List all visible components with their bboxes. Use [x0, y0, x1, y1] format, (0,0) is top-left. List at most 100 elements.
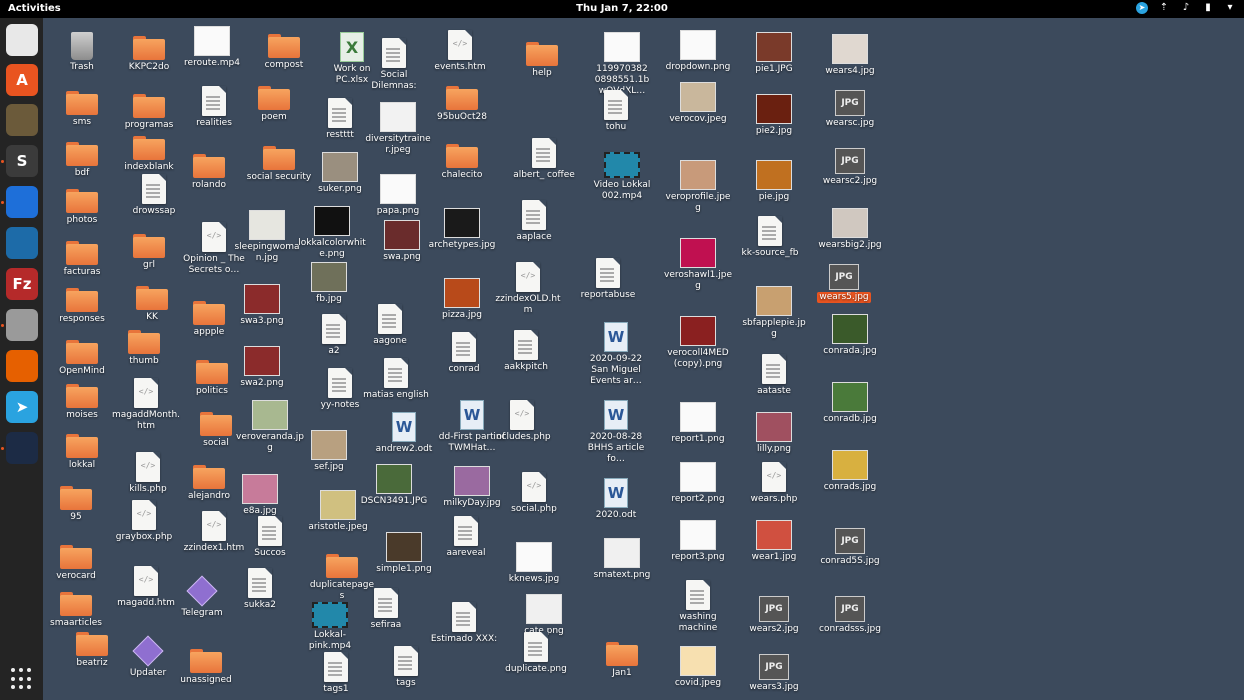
- desktop-icon[interactable]: veroveranda.jpg: [236, 398, 304, 454]
- desktop-icon[interactable]: tohu: [582, 88, 650, 133]
- desktop-icon[interactable]: verocard: [42, 537, 110, 582]
- desktop-icon[interactable]: realities: [180, 84, 248, 129]
- sublime-text-icon[interactable]: S: [6, 145, 38, 177]
- desktop-icon[interactable]: tags: [372, 644, 440, 689]
- desktop-icon[interactable]: </> magaddMonth.htm: [112, 376, 180, 432]
- desktop-icon[interactable]: papa.png: [364, 172, 432, 217]
- desktop-icon[interactable]: bdf: [48, 134, 116, 179]
- desktop-icon[interactable]: sukka2: [226, 566, 294, 611]
- desktop-icon[interactable]: JPG conradsss.jpg: [816, 590, 884, 635]
- desktop-icon[interactable]: archetypes.jpg: [428, 206, 496, 251]
- desktop-icon[interactable]: wearsbig2.jpg: [816, 206, 884, 251]
- battery-icon[interactable]: ▮: [1202, 2, 1214, 14]
- desktop-icon[interactable]: </> events.htm: [426, 28, 494, 73]
- desktop-icon[interactable]: dropdown.png: [664, 28, 732, 73]
- volume-icon[interactable]: ♪: [1180, 2, 1192, 14]
- desktop-icon[interactable]: aaplace: [500, 198, 568, 243]
- desktop-icon[interactable]: diversitytrainer.jpeg: [364, 100, 432, 156]
- desktop-icon[interactable]: smatext.png: [588, 536, 656, 581]
- desktop-icon[interactable]: KKPC2do: [115, 28, 183, 73]
- desktop-icon[interactable]: fb.jpg: [295, 260, 363, 305]
- desktop-icon[interactable]: Social Dilemnas:: [360, 36, 428, 92]
- desktop-icon[interactable]: W 2020.odt: [582, 476, 650, 521]
- chrome-icon[interactable]: [6, 24, 38, 56]
- desktop-icon[interactable]: </> wears.php: [740, 460, 808, 505]
- desktop-icon[interactable]: conrads.jpg: [816, 448, 884, 493]
- desktop-icon[interactable]: </> zzindexOLD.htm: [494, 260, 562, 316]
- desktop-icon[interactable]: washing machine: [664, 578, 732, 634]
- desktop-icon[interactable]: Succos: [236, 514, 304, 559]
- desktop-icon[interactable]: aataste: [740, 352, 808, 397]
- telegram-tray-icon[interactable]: ➤: [1136, 2, 1148, 14]
- desktop-icon[interactable]: sefiraa: [352, 586, 420, 631]
- desktop-icon[interactable]: DSCN3491.JPG: [360, 462, 428, 507]
- desktop-icon[interactable]: wear1.jpg: [740, 518, 808, 563]
- desktop-icon[interactable]: reportabuse: [574, 256, 642, 301]
- desktop-icon[interactable]: conradb.jpg: [816, 380, 884, 425]
- desktop-icon[interactable]: pie.jpg: [740, 158, 808, 203]
- network-icon[interactable]: ⇡: [1158, 2, 1170, 14]
- desktop-icon[interactable]: JPG wears3.jpg: [740, 648, 808, 693]
- desktop-icon[interactable]: sleepingwoman.jpg: [233, 208, 301, 264]
- desktop-icon[interactable]: W 2020-08-28 BHHS article fo…: [582, 398, 650, 465]
- desktop-icon[interactable]: verocoll4MED (copy).png: [664, 314, 732, 370]
- desktop-icon[interactable]: sms: [48, 83, 116, 128]
- show-applications-icon[interactable]: [11, 668, 33, 690]
- desktop-icon[interactable]: e8a.jpg: [226, 472, 294, 517]
- desktop-icon[interactable]: Trash: [48, 28, 116, 73]
- desktop-icon[interactable]: Video Lokkal 002.mp4: [588, 146, 656, 202]
- desktop-icon[interactable]: </> kills.php: [114, 450, 182, 495]
- desktop-icon[interactable]: W 2020-09-22 San Miguel Events ar…: [582, 320, 650, 387]
- desktop-icon[interactable]: compost: [250, 26, 318, 71]
- desktop-icon[interactable]: JPG conrad5S.jpg: [816, 522, 884, 567]
- desktop-icon[interactable]: moises: [48, 376, 116, 421]
- activities-button[interactable]: Activities: [8, 3, 61, 14]
- desktop-icon[interactable]: sbfapplepie.jpg: [740, 284, 808, 340]
- desktop-icon[interactable]: poem: [240, 78, 308, 123]
- desktop-icon[interactable]: veroshawl1.jpeg: [664, 236, 732, 292]
- libreoffice-writer-icon[interactable]: [6, 186, 38, 218]
- desktop-icon[interactable]: conrada.jpg: [816, 312, 884, 357]
- desktop-icon[interactable]: JPG wearsc.jpg: [816, 84, 884, 129]
- desktop-icon[interactable]: duplicate.png: [502, 630, 570, 675]
- system-tray[interactable]: ➤ ⇡ ♪ ▮ ▾: [1136, 2, 1236, 14]
- firefox-icon[interactable]: [6, 350, 38, 382]
- desktop-icon[interactable]: indexblank: [115, 128, 183, 173]
- desktop-icon[interactable]: responses: [48, 280, 116, 325]
- desktop-icon[interactable]: wears4.jpg: [816, 32, 884, 77]
- desktop-icon[interactable]: 95: [42, 478, 110, 523]
- desktop-icon[interactable]: conrad: [430, 330, 498, 375]
- desktop-icon[interactable]: swa.png: [368, 218, 436, 263]
- desktop-icon[interactable]: rolando: [175, 146, 243, 191]
- desktop-icon[interactable]: covid.jpeg: [664, 644, 732, 689]
- virtualbox-icon[interactable]: [6, 227, 38, 259]
- desktop-icon[interactable]: 95buOct28: [428, 78, 496, 123]
- desktop-icon[interactable]: 119970382 0898551.1b wQVdXL…: [588, 30, 656, 97]
- desktop-icon[interactable]: pizza.jpg: [428, 276, 496, 321]
- desktop-icon[interactable]: report2.png: [664, 460, 732, 505]
- desktop-icon[interactable]: JPG wearsc2.jpg: [816, 142, 884, 187]
- desktop-icon[interactable]: swa2.png: [228, 344, 296, 389]
- desktop-icon[interactable]: kknews.jpg: [500, 540, 568, 585]
- desktop-icon[interactable]: Wandrew2.odt: [370, 410, 438, 455]
- desktop-icon[interactable]: unassigned: [172, 641, 240, 686]
- gimp-alt-icon[interactable]: [6, 432, 38, 464]
- chevron-down-icon[interactable]: ▾: [1224, 2, 1236, 14]
- desktop-icon[interactable]: JPG wears5.jpg: [810, 258, 878, 303]
- desktop-icon[interactable]: albert_ coffee: [510, 136, 578, 181]
- desktop-icon[interactable]: JPG wears2.jpg: [740, 590, 808, 635]
- desktop-icon[interactable]: help: [508, 34, 576, 79]
- desktop-icon[interactable]: smaarticles: [42, 584, 110, 629]
- desktop-icon[interactable]: Estimado XXX:: [430, 600, 498, 645]
- desktop-icon[interactable]: thumb: [110, 322, 178, 367]
- desktop-icon[interactable]: reroute.mp4: [178, 24, 246, 69]
- desktop-icon[interactable]: chalecito: [428, 136, 496, 181]
- telegram-icon[interactable]: ➤: [6, 391, 38, 423]
- desktop-icon[interactable]: sef.jpg: [295, 428, 363, 473]
- desktop-icon[interactable]: programas: [115, 86, 183, 131]
- desktop-icon[interactable]: lokkal: [48, 426, 116, 471]
- software-store-icon[interactable]: A: [6, 64, 38, 96]
- desktop-icon[interactable]: kk-source_fb: [736, 214, 804, 259]
- gimp-icon[interactable]: [6, 104, 38, 136]
- file-manager-icon[interactable]: [6, 309, 38, 341]
